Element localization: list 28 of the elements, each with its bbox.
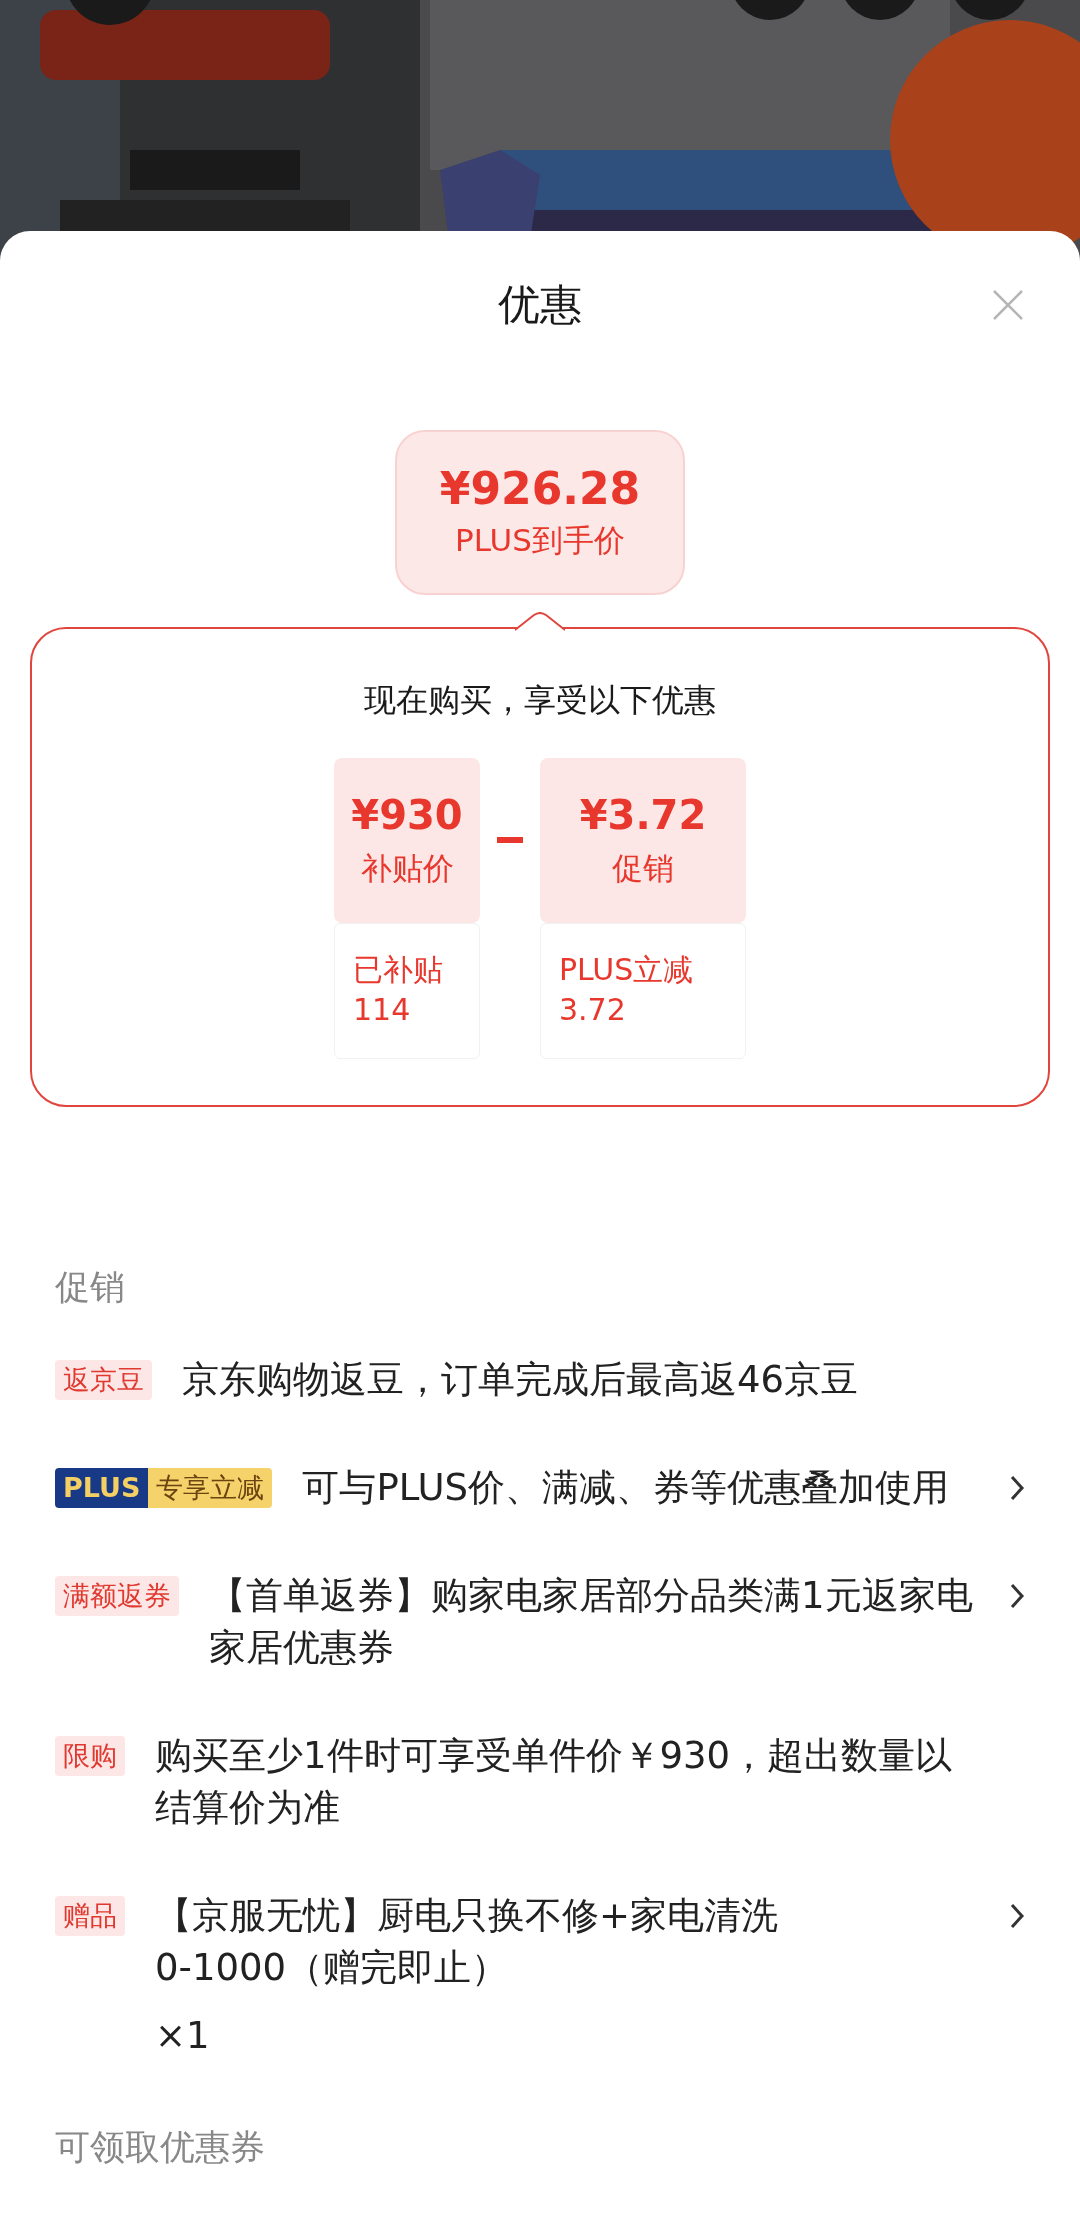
promo-tag: 满额返券 [55,1576,179,1616]
price-amount: ¥3.72 [579,791,707,838]
price-label: 促销 [612,848,674,888]
final-price-label: PLUS到手价 [455,521,625,560]
promo-text[interactable]: 【京服无忧】厨电只换不修+家电清洗 0-1000（赠完即止） [155,1890,979,1994]
chevron-icon[interactable] [1009,1902,1025,1930]
promo-text[interactable]: 可与PLUS价、满减、券等优惠叠加使用 [302,1462,979,1514]
promo-text: 京东购物返豆，订单完成后最高返46京豆 [182,1357,860,1403]
chevron-icon[interactable] [1009,1474,1025,1502]
sheet-title: 优惠 [498,279,582,331]
promo-tag: 返京豆 [55,1360,152,1400]
plus-badge: PLUS [55,1468,149,1508]
promo-tag: 赠品 [55,1896,125,1936]
chevron-icon[interactable] [1009,1582,1025,1610]
price-detail: 已补贴 114 [334,923,480,1059]
gift-quantity: ×1 [155,2013,211,2059]
promo-text: 购买至少1件时可享受单件价￥930，超出数量以结算价为准 [155,1733,954,1831]
breakdown-heading: 现在购买，享受以下优惠 [364,680,716,721]
section-heading: 可领取优惠券 [55,2126,266,2169]
price-label: 补贴价 [360,848,454,888]
minus-icon [497,837,523,843]
section-heading: 促销 [55,1266,126,1309]
price-detail: PLUS立减 3.72 [540,923,746,1059]
promo-tag: 专享立减 [148,1468,273,1508]
price-amount: ¥930 [351,791,463,838]
promo-tag: 限购 [55,1736,125,1776]
final-price: ¥926.28 [439,463,641,514]
promo-text[interactable]: 【首单返券】购家电家居部分品类满1元返家电家居优惠券 [209,1570,979,1674]
